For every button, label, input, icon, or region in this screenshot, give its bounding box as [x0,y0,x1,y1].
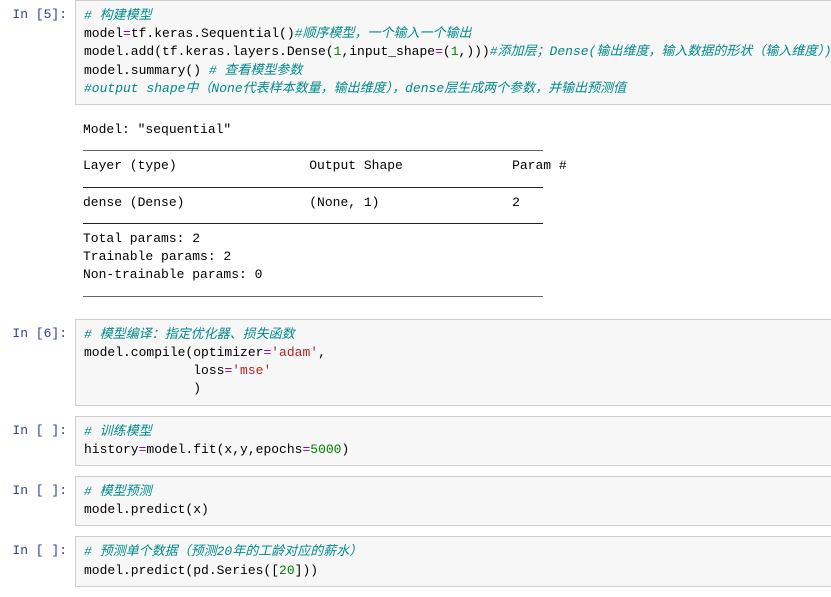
code-cell-9[interactable]: # 预测单个数据（预测20年的工龄对应的薪水） model.predict(pd… [75,536,831,586]
prompt-in-7: In [ ]: [0,416,75,440]
code-cell-8[interactable]: # 模型预测 model.predict(x) [75,476,831,526]
prompt-in-5: In [5]: [0,0,75,24]
output-cell-5: Model: "sequential" Layer (type) Output … [75,115,831,309]
prompt-in-8: In [ ]: [0,476,75,500]
code-cell-7[interactable]: # 训练模型 history=model.fit(x,y,epochs=5000… [75,416,831,466]
code-cell-5[interactable]: # 构建模型 model=tf.keras.Sequential()#顺序模型，… [75,0,831,105]
prompt-in-9: In [ ]: [0,536,75,560]
output-prompt-5 [0,115,75,121]
code-cell-6[interactable]: # 模型编译：指定优化器、损失函数 model.compile(optimize… [75,319,831,406]
prompt-in-6: In [6]: [0,319,75,343]
